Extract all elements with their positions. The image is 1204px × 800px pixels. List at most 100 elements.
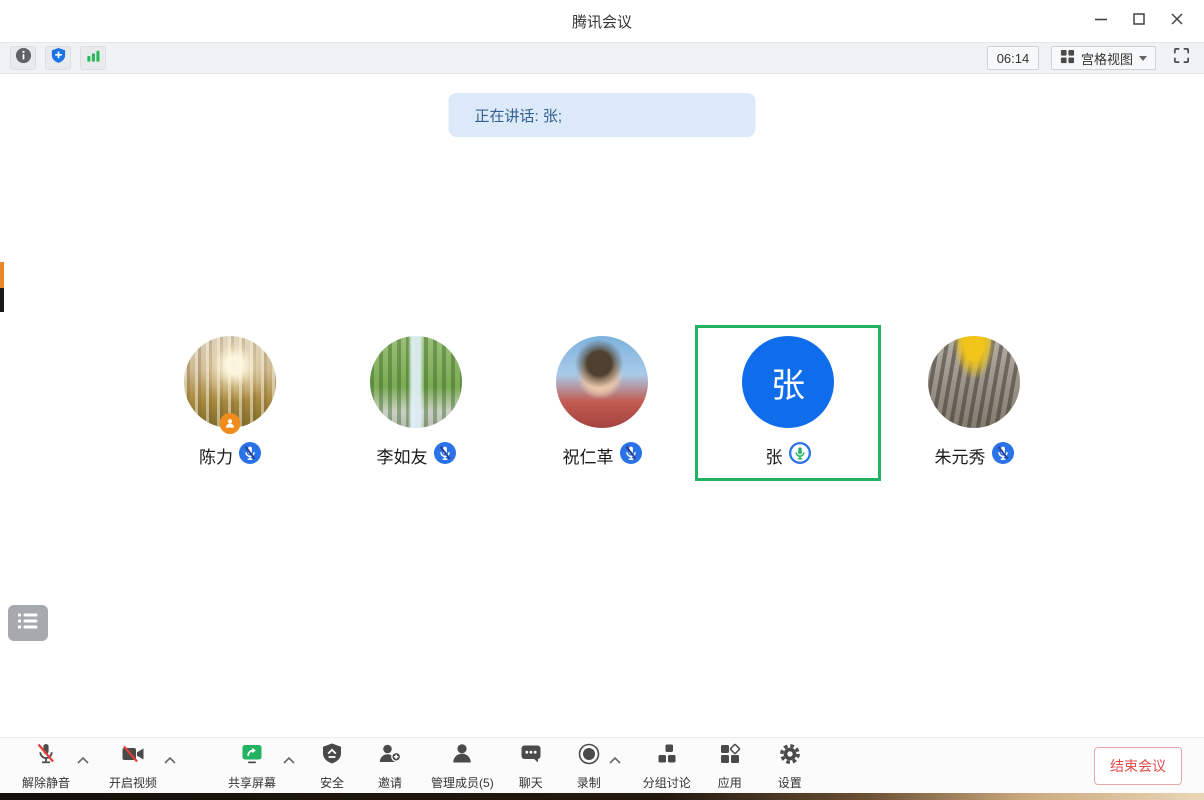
list-icon xyxy=(17,612,39,635)
breakout-label: 分组讨论 xyxy=(643,774,691,791)
minimize-icon xyxy=(1094,12,1108,31)
chat-label: 聊天 xyxy=(519,774,543,791)
view-mode-label: 宫格视图 xyxy=(1081,49,1133,68)
window-controls xyxy=(1082,0,1196,42)
record-icon xyxy=(576,741,602,772)
unmute-group: 解除静音 xyxy=(22,741,89,791)
header-toolbar: 06:14 宫格视图 xyxy=(0,42,1204,74)
mic-off-icon xyxy=(33,741,59,772)
minimize-button[interactable] xyxy=(1082,0,1120,42)
participant-name-row: 张 xyxy=(766,442,811,469)
start-video-chevron-icon[interactable] xyxy=(164,751,176,769)
end-meeting-button[interactable]: 结束会议 xyxy=(1094,747,1182,785)
share-screen-chevron-icon[interactable] xyxy=(283,751,295,769)
manage-members-label: 管理成员(5) xyxy=(431,774,494,791)
avatar xyxy=(184,336,276,428)
participant-name: 李如友 xyxy=(377,443,428,468)
header-right-controls: 06:14 宫格视图 xyxy=(987,46,1194,70)
start-video-label: 开启视频 xyxy=(109,774,157,791)
share-screen-label: 共享屏幕 xyxy=(228,774,276,791)
share-screen-icon xyxy=(239,741,265,772)
shield-icon xyxy=(50,47,67,69)
header-left-icons xyxy=(10,46,106,70)
participant-tile[interactable]: 祝仁革 xyxy=(509,325,695,481)
security-shield-icon xyxy=(319,741,345,772)
invite-group: 邀请 xyxy=(377,741,403,791)
manage-members-group: 管理成员(5) xyxy=(431,741,494,791)
apps-label: 应用 xyxy=(718,774,742,791)
breakout-group: 分组讨论 xyxy=(643,741,691,791)
mic-active-icon xyxy=(789,442,811,469)
start-video-group: 开启视频 xyxy=(109,741,176,791)
participant-name: 祝仁革 xyxy=(563,443,614,468)
close-button[interactable] xyxy=(1158,0,1196,42)
speaking-banner: 正在讲话: 张; xyxy=(449,93,756,137)
members-icon xyxy=(449,741,475,772)
avatar xyxy=(370,336,462,428)
record-chevron-icon[interactable] xyxy=(609,751,621,769)
breakout-rooms-icon xyxy=(654,741,680,772)
participant-name-row: 陈力 xyxy=(199,442,261,469)
settings-button[interactable]: 设置 xyxy=(777,741,803,791)
apps-grid-icon xyxy=(717,741,743,772)
meeting-info-button[interactable] xyxy=(10,46,36,70)
speaking-banner-text: 正在讲话: 张; xyxy=(475,105,563,126)
apps-button[interactable]: 应用 xyxy=(717,741,743,791)
participant-name: 张 xyxy=(766,443,783,468)
avatar-initial-text: 张 xyxy=(771,358,805,407)
participant-tile[interactable]: 朱元秀 xyxy=(881,325,1067,481)
participant-name: 陈力 xyxy=(199,443,233,468)
window-title: 腾讯会议 xyxy=(572,11,632,32)
grid-view-icon xyxy=(1060,49,1075,67)
avatar xyxy=(928,336,1020,428)
unmute-button[interactable]: 解除静音 xyxy=(22,741,70,791)
maximize-icon xyxy=(1132,12,1146,31)
chat-bubble-icon xyxy=(518,741,544,772)
end-meeting-label: 结束会议 xyxy=(1110,756,1166,776)
participant-name-row: 朱元秀 xyxy=(935,442,1014,469)
manage-members-button[interactable]: 管理成员(5) xyxy=(431,741,494,791)
mic-muted-icon xyxy=(992,442,1014,469)
left-edge-black-sliver xyxy=(0,288,4,312)
meeting-stage: 正在讲话: 张; 陈力 李如友 xyxy=(0,74,1204,737)
mic-muted-icon xyxy=(239,442,261,469)
invite-button[interactable]: 邀请 xyxy=(377,741,403,791)
participants-grid: 陈力 李如友 祝仁革 张 张 xyxy=(0,325,1204,481)
meeting-timer: 06:14 xyxy=(987,46,1039,70)
avatar-initial: 张 xyxy=(742,336,834,428)
footer-toolbar: 解除静音 开启视频 共享屏幕 安全 邀请 管理成员(5) xyxy=(0,737,1204,793)
participant-tile[interactable]: 李如友 xyxy=(323,325,509,481)
start-video-button[interactable]: 开启视频 xyxy=(109,741,157,791)
chat-button[interactable]: 聊天 xyxy=(518,741,544,791)
host-badge-icon xyxy=(220,413,241,434)
fullscreen-icon xyxy=(1172,46,1191,70)
participant-name: 朱元秀 xyxy=(935,443,986,468)
unmute-chevron-icon[interactable] xyxy=(77,751,89,769)
mic-muted-icon xyxy=(434,442,456,469)
participant-tile[interactable]: 陈力 xyxy=(137,325,323,481)
maximize-button[interactable] xyxy=(1120,0,1158,42)
security-status-button[interactable] xyxy=(45,46,71,70)
desktop-edge-strip xyxy=(0,793,1204,800)
network-quality-button[interactable] xyxy=(80,46,106,70)
participant-name-row: 李如友 xyxy=(377,442,456,469)
titlebar: 腾讯会议 xyxy=(0,0,1204,42)
apps-group: 应用 xyxy=(717,741,743,791)
fullscreen-button[interactable] xyxy=(1168,46,1194,70)
share-screen-button[interactable]: 共享屏幕 xyxy=(228,741,276,791)
breakout-button[interactable]: 分组讨论 xyxy=(643,741,691,791)
avatar xyxy=(556,336,648,428)
participant-tile-speaking[interactable]: 张 张 xyxy=(695,325,881,481)
message-list-toggle-button[interactable] xyxy=(8,605,48,641)
security-button[interactable]: 安全 xyxy=(319,741,345,791)
settings-group: 设置 xyxy=(777,741,803,791)
record-button[interactable]: 录制 xyxy=(576,741,602,791)
share-screen-group: 共享屏幕 xyxy=(228,741,295,791)
invite-label: 邀请 xyxy=(378,774,402,791)
close-icon xyxy=(1170,12,1184,31)
view-mode-dropdown[interactable]: 宫格视图 xyxy=(1051,46,1156,70)
chat-group: 聊天 xyxy=(518,741,544,791)
record-label: 录制 xyxy=(577,774,601,791)
participant-name-row: 祝仁革 xyxy=(563,442,642,469)
info-icon xyxy=(15,47,32,69)
